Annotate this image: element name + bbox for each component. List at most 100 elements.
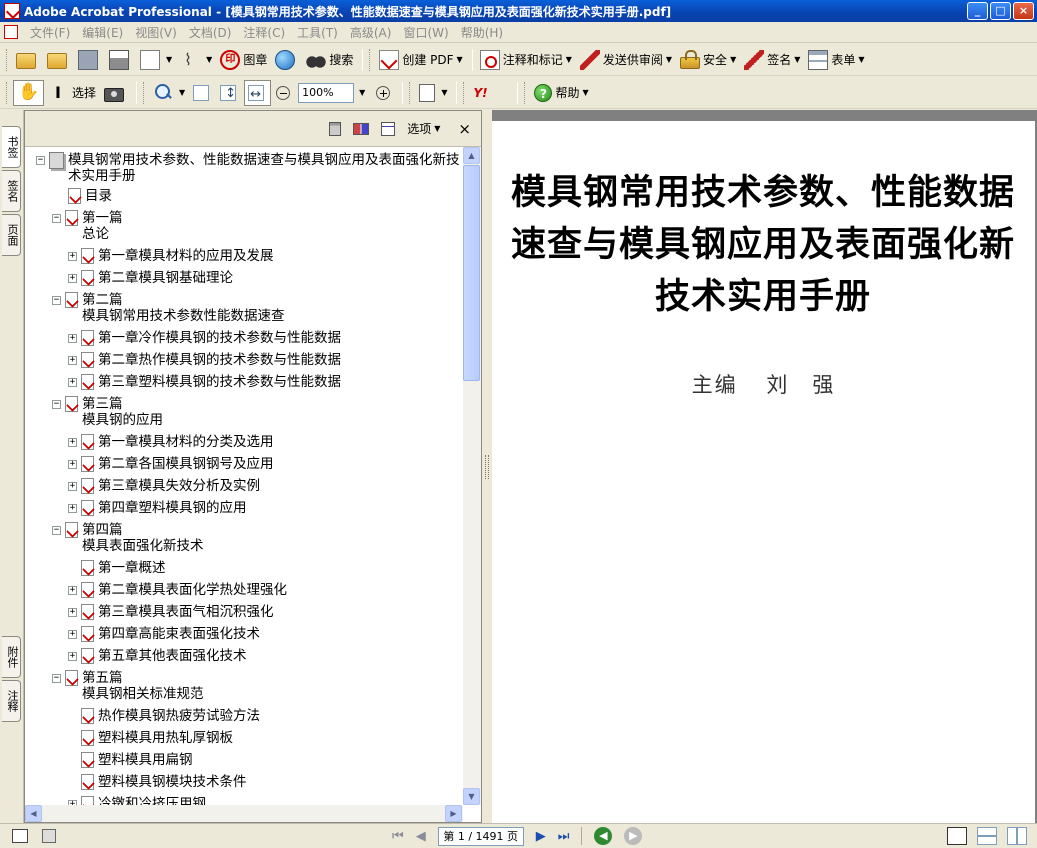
options-menu-button[interactable]: 选项 ▼ <box>407 120 440 137</box>
close-button[interactable]: × <box>1013 2 1034 20</box>
menu-edit[interactable]: 编辑(E) <box>76 24 129 41</box>
fit-width-button[interactable] <box>244 79 272 106</box>
tab-signatures[interactable]: 签名 <box>2 170 21 212</box>
fit-page-button[interactable] <box>217 80 242 106</box>
last-page-button[interactable]: ⏭ <box>558 829 570 844</box>
page-number-field[interactable]: 第 1 / 1491 页 <box>437 826 524 846</box>
rotate-view-button[interactable]: ▼ <box>416 80 450 106</box>
zoom-dropdown-icon[interactable]: ▼ <box>359 88 365 97</box>
bookmark-chapter[interactable]: + 第三章模具表面气相沉积强化 <box>68 604 274 620</box>
menu-help[interactable]: 帮助(H) <box>455 24 509 41</box>
bookmark-root[interactable]: − 模具钢常用技术参数、性能数据速查与模具钢应用及表面强化新技术实用手册 <box>36 152 461 184</box>
bookmark-chapter[interactable]: 热作模具钢热疲劳试验方法 <box>68 708 260 724</box>
collapse-icon[interactable]: − <box>52 674 61 683</box>
comment-markup-button[interactable]: 注释和标记 ▼ <box>477 47 575 73</box>
forms-button[interactable]: 表单 ▼ <box>805 47 867 73</box>
collapse-icon[interactable]: − <box>36 156 45 165</box>
zoom-in-button[interactable] <box>373 80 396 106</box>
acrobat-app-icon[interactable] <box>4 3 20 19</box>
minimize-button[interactable]: _ <box>967 2 988 20</box>
tab-comments[interactable]: 注释 <box>2 680 21 722</box>
web-button[interactable] <box>272 47 301 73</box>
menu-comments[interactable]: 注释(C) <box>237 24 291 41</box>
save-button[interactable] <box>75 47 104 73</box>
bookmark-chapter[interactable]: + 第二章各国模具钢钢号及应用 <box>68 456 274 472</box>
bookmark-chapter[interactable]: + 冷镦和冷挤压用钢 <box>68 796 206 805</box>
yahoo-toolbar-button[interactable]: Y! <box>470 80 511 106</box>
zoom-input[interactable]: 100% <box>298 82 355 103</box>
toolbar-grip[interactable] <box>143 81 146 104</box>
expand-icon[interactable]: + <box>68 252 77 261</box>
scroll-thumb[interactable] <box>463 165 480 381</box>
bookmark-toc[interactable]: 目录 <box>68 188 112 204</box>
tab-bookmarks[interactable]: 书签 <box>2 126 21 168</box>
maximize-button[interactable]: □ <box>990 2 1011 20</box>
toolbar-grip[interactable] <box>6 48 9 71</box>
open-button[interactable] <box>13 47 42 73</box>
toolbar-grip[interactable] <box>463 81 466 104</box>
bookmarks-vertical-scrollbar[interactable]: ▲ ▼ <box>463 147 481 805</box>
menu-file[interactable]: 文件(F) <box>24 24 76 41</box>
security-button[interactable]: 安全 ▼ <box>677 47 739 73</box>
snapshot-button[interactable] <box>101 80 130 106</box>
expand-icon[interactable]: + <box>68 652 77 661</box>
document-view[interactable]: 模具钢常用技术参数、性能数据速查与模具钢应用及表面强化新技术实用手册 主编 刘 … <box>492 110 1037 823</box>
expand-icon[interactable]: + <box>68 586 77 595</box>
first-page-button[interactable]: ⏮ <box>392 829 404 844</box>
bookmark-part-3[interactable]: − 第三篇 模具钢的应用 <box>52 396 163 428</box>
send-review-button[interactable]: 发送供审阅 ▼ <box>577 47 675 73</box>
expand-icon[interactable]: + <box>68 274 77 283</box>
close-panel-button[interactable]: × <box>458 120 471 138</box>
bookmark-chapter[interactable]: + 第三章塑料模具钢的技术参数与性能数据 <box>68 374 341 390</box>
single-page-layout-button[interactable] <box>947 827 967 845</box>
menu-view[interactable]: 视图(V) <box>129 24 183 41</box>
bookmark-chapter[interactable]: 塑料模具用扁钢 <box>68 752 193 768</box>
menu-window[interactable]: 窗口(W) <box>397 24 454 41</box>
expand-icon[interactable]: + <box>68 438 77 447</box>
zoom-out-button[interactable] <box>273 80 296 106</box>
scroll-right-button[interactable]: ▶ <box>445 805 462 822</box>
bookmark-chapter[interactable]: + 第四章高能束表面强化技术 <box>68 626 260 642</box>
toolbar-grip[interactable] <box>369 48 372 71</box>
bookmark-chapter[interactable]: + 第一章模具材料的分类及选用 <box>68 434 274 450</box>
collapse-icon[interactable]: − <box>52 400 61 409</box>
toolbar-grip[interactable] <box>524 81 527 104</box>
bookmark-chapter[interactable]: + 第二章模具钢基础理论 <box>68 270 233 286</box>
expand-icon[interactable]: + <box>68 378 77 387</box>
create-pdf-button[interactable]: 创建 PDF ▼ <box>376 47 465 73</box>
tab-pages[interactable]: 页面 <box>2 214 21 256</box>
collapse-icon[interactable]: − <box>52 526 61 535</box>
bookmark-chapter[interactable]: 塑料模具钢模块技术条件 <box>68 774 247 790</box>
panel-splitter[interactable] <box>482 110 492 823</box>
bookmark-part-2[interactable]: − 第二篇 模具钢常用技术参数性能数据速查 <box>52 292 285 324</box>
document-menu-icon[interactable] <box>4 25 18 39</box>
bookmark-chapter[interactable]: + 第五章其他表面强化技术 <box>68 648 247 664</box>
expand-bookmark-button[interactable] <box>381 121 396 136</box>
bookmark-part-1[interactable]: − 第一篇 总论 <box>52 210 123 242</box>
bookmark-chapter[interactable]: 塑料模具用热轧厚钢板 <box>68 730 233 746</box>
stamp-button[interactable]: 印图章 <box>217 47 270 73</box>
organizer-button[interactable] <box>44 47 73 73</box>
actual-size-button[interactable] <box>190 80 215 106</box>
tab-attachments[interactable]: 附件 <box>2 636 21 678</box>
menu-advanced[interactable]: 高级(A) <box>344 24 398 41</box>
attach-button[interactable]: ▼ <box>177 47 215 73</box>
scroll-left-button[interactable]: ◀ <box>25 805 42 822</box>
menu-document[interactable]: 文档(D) <box>183 24 238 41</box>
bookmarks-horizontal-scrollbar[interactable]: ◀ ▶ <box>25 805 463 822</box>
bookmark-chapter[interactable]: 第一章概述 <box>68 560 166 576</box>
scroll-up-button[interactable]: ▲ <box>463 147 480 164</box>
expand-icon[interactable]: + <box>68 504 77 513</box>
print-button[interactable] <box>106 47 135 73</box>
previous-view-button[interactable]: ◀ <box>594 827 613 845</box>
expand-icon[interactable]: + <box>68 334 77 343</box>
document-properties-icon[interactable] <box>42 829 56 843</box>
next-view-button[interactable]: ▶ <box>624 827 643 845</box>
expand-icon[interactable]: + <box>68 608 77 617</box>
toolbar-grip[interactable] <box>6 81 9 104</box>
expand-icon[interactable]: + <box>68 356 77 365</box>
collapse-icon[interactable]: − <box>52 296 61 305</box>
collapse-icon[interactable]: − <box>52 214 61 223</box>
expand-icon[interactable]: + <box>68 460 77 469</box>
sign-button[interactable]: 签名 ▼ <box>741 47 803 73</box>
